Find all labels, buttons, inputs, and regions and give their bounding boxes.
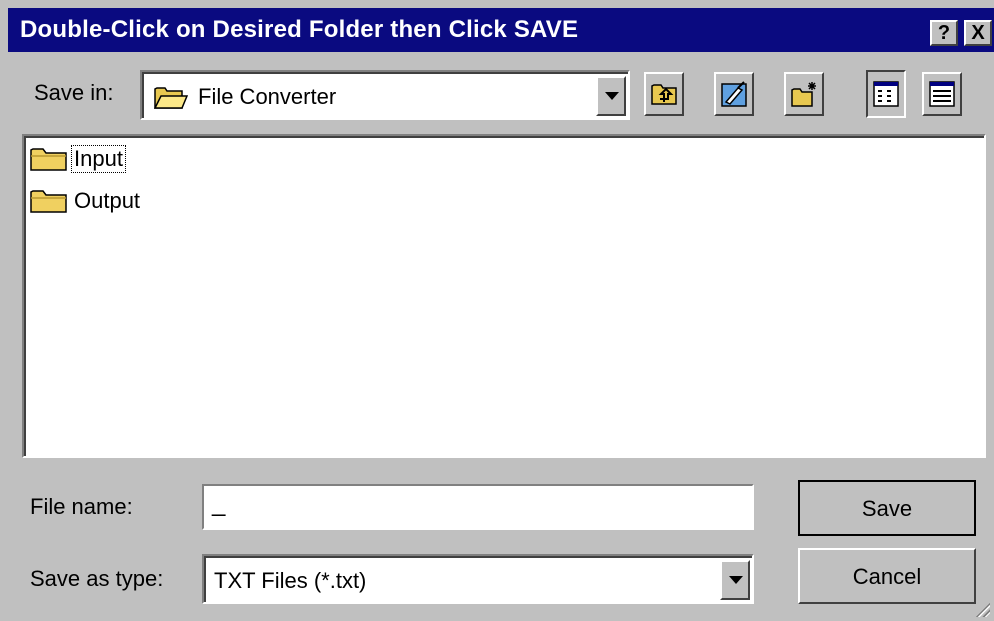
cancel-button-label: Cancel	[852, 564, 922, 589]
window-title: Double-Click on Desired Folder then Clic…	[20, 16, 579, 43]
list-view-button[interactable]	[866, 70, 906, 118]
list-view-icon	[873, 81, 899, 112]
folder-icon	[30, 188, 68, 219]
details-view-icon	[929, 81, 955, 112]
folder-open-icon	[153, 84, 189, 115]
save-as-type-dropdown[interactable]: TXT Files (*.txt)	[202, 554, 754, 604]
close-button[interactable]: X	[964, 20, 992, 46]
up-one-level-icon	[650, 80, 678, 113]
create-new-folder-icon	[790, 80, 820, 115]
file-item-name: Input	[71, 145, 126, 173]
save-in-dropdown[interactable]: File Converter	[140, 70, 630, 120]
go-to-desktop-icon	[720, 80, 750, 115]
help-button[interactable]: ?	[930, 20, 958, 46]
save-button[interactable]: Save	[798, 480, 976, 536]
folder-icon	[30, 146, 68, 177]
resize-grip[interactable]	[974, 601, 990, 617]
save-as-type-value: TXT Files (*.txt)	[214, 568, 367, 593]
save-dialog: Double-Click on Desired Folder then Clic…	[0, 0, 994, 621]
save-in-dropdown-button[interactable]	[596, 76, 626, 116]
file-name-value: _	[212, 490, 226, 517]
save-in-label-text: Save in:	[34, 80, 114, 105]
chevron-down-icon	[605, 92, 619, 100]
save-as-type-label: Save as type:	[30, 566, 164, 591]
chevron-down-icon	[729, 576, 743, 584]
up-one-level-button[interactable]	[644, 72, 684, 116]
file-item-name: Output	[74, 188, 141, 213]
save-as-type-dropdown-button[interactable]	[720, 560, 750, 600]
file-name-label: File name:	[30, 494, 133, 519]
save-in-value: File Converter	[198, 84, 337, 109]
details-view-button[interactable]	[922, 72, 962, 116]
file-list[interactable]: Input Output	[22, 134, 986, 458]
cancel-button[interactable]: Cancel	[798, 548, 976, 604]
file-name-input[interactable]: _	[202, 484, 754, 530]
desktop-button[interactable]	[714, 72, 754, 116]
new-folder-button[interactable]	[784, 72, 824, 116]
save-button-label: Save	[861, 496, 913, 521]
save-in-label: Save in:	[34, 80, 114, 106]
title-bar[interactable]: Double-Click on Desired Folder then Clic…	[8, 8, 994, 52]
